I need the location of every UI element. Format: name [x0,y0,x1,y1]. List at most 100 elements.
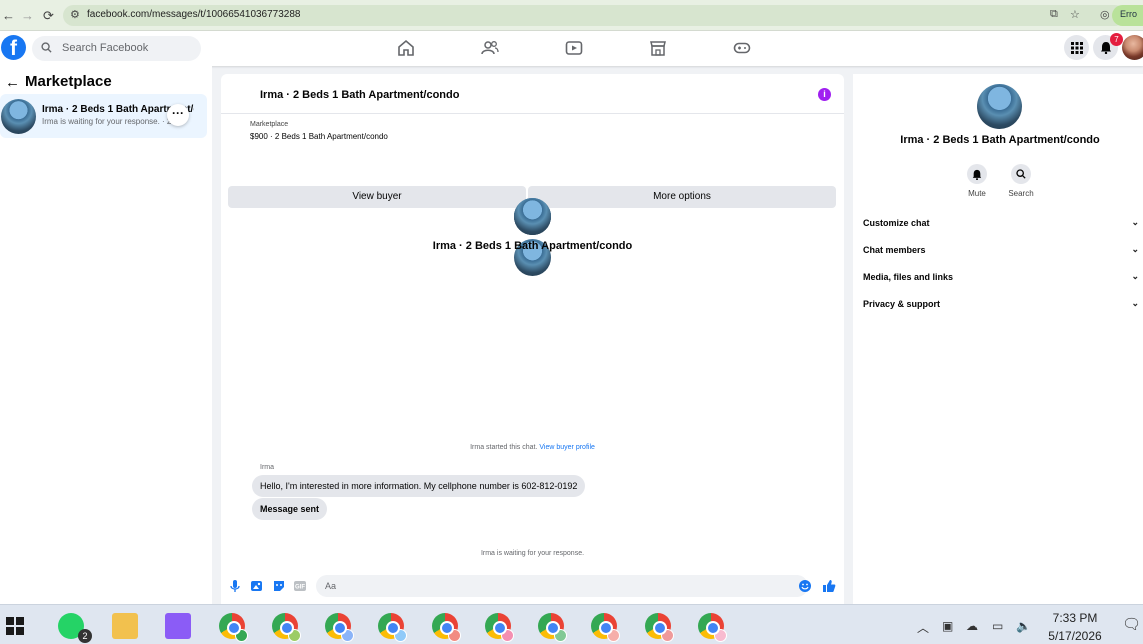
video-icon[interactable] [565,39,583,57]
chat-started-notice: Irma started this chat. View buyer profi… [221,444,844,451]
chrome-icon[interactable] [325,613,354,642]
message-bubble[interactable]: Hello, I'm interested in more informatio… [252,475,586,497]
chrome-icon[interactable] [272,613,301,642]
chat-title[interactable]: Irma · 2 Beds 1 Bath Apartment/condo [260,89,459,101]
chrome-icon[interactable] [645,613,674,642]
whatsapp-badge: 2 [78,629,92,643]
chrome-icon[interactable] [219,613,248,642]
more-options-icon[interactable]: ··· [167,104,189,126]
profile-icon[interactable]: ◎ [1100,8,1110,21]
started-text: Irma started this chat. [470,444,538,451]
system-clock[interactable]: 7:33 PM 5/17/2026 [1044,611,1106,643]
app-icon[interactable] [165,613,191,639]
chrome-icon[interactable] [538,613,567,642]
network-icon[interactable]: ▭ [992,619,1003,633]
onedrive-cloud-icon[interactable]: ☁ [966,619,978,633]
forward-arrow-icon[interactable]: → [21,8,34,23]
listing-price: $900 · 2 Beds 1 Bath Apartment/condo [250,132,388,141]
windows-taskbar: 2 ︿ ▣ ☁ ▭ 🔈 7:33 PM 5/17/2026 🗨 [0,604,1143,644]
details-avatar[interactable] [977,84,1022,129]
meet-now-icon[interactable]: ▣ [942,619,953,633]
whatsapp-icon[interactable]: 2 [58,613,92,643]
conversation-preview: Irma is waiting for your response. · 2d [42,117,172,126]
clock-date: 5/17/2026 [1048,629,1102,643]
chrome-icon[interactable] [485,613,514,642]
menu-grid-icon[interactable] [1064,35,1089,60]
media-files-links-section[interactable]: Media, files and links ⌄ [863,271,1141,282]
facebook-logo-icon[interactable]: f [1,35,26,60]
more-options-button[interactable]: More options [528,186,836,208]
chat-header: Irma · 2 Beds 1 Bath Apartment/condo i [221,74,844,235]
bookmark-star-icon[interactable]: ☆ [1070,8,1080,21]
privacy-support-section[interactable]: Privacy & support ⌄ [863,298,1141,309]
chat-members-section[interactable]: Chat members ⌄ [863,244,1141,255]
listing-source: Marketplace [250,121,289,128]
marketplace-title: Marketplace [25,73,112,90]
error-chip[interactable]: Erro [1111,5,1143,26]
gif-icon[interactable]: GIF [293,579,307,593]
search-label: Search [1008,189,1034,198]
message-bubble[interactable]: Message sent [252,498,328,520]
waiting-notice: Irma is waiting for your response. [480,550,585,557]
chat-panel: Irma · 2 Beds 1 Bath Apartment/condo i M… [221,74,844,604]
chevron-down-icon: ⌄ [1131,271,1139,281]
clock-time: 7:33 PM [1052,611,1098,625]
customize-chat-section[interactable]: Customize chat ⌄ [863,217,1141,228]
section-label: Chat members [863,245,926,255]
chrome-icon[interactable] [432,613,461,642]
message-input[interactable]: Aa [316,575,808,597]
search-icon [41,42,52,53]
chat-details-panel: Irma · 2 Beds 1 Bath Apartment/condo Mut… [853,74,1143,604]
section-label: Media, files and links [863,272,954,282]
emoji-icon[interactable] [798,579,812,593]
bell-icon [972,169,982,180]
view-buyer-profile-link[interactable]: View buyer profile [539,444,595,451]
file-explorer-icon[interactable] [112,613,138,639]
show-hidden-icons-chevron-icon[interactable]: ︿ [917,619,929,636]
marketplace-icon[interactable] [649,39,667,57]
home-icon[interactable] [397,39,415,57]
back-arrow-icon[interactable]: ← [2,8,15,23]
thumbs-up-icon[interactable] [822,579,836,593]
install-app-icon[interactable]: ⧉ [1050,8,1058,21]
chevron-down-icon: ⌄ [1131,244,1139,254]
chevron-down-icon: ⌄ [1131,298,1139,308]
notification-center-icon[interactable]: 🗨 [1122,615,1141,633]
notification-badge: 7 [1110,33,1123,46]
search-in-chat-button[interactable]: Search [1001,164,1041,198]
mute-button[interactable]: Mute [957,164,997,198]
volume-icon[interactable]: 🔈 [1016,619,1031,633]
listing-banner: Marketplace $900 · 2 Beds 1 Bath Apartme… [221,115,844,276]
conversation-item[interactable]: Irma · 2 Beds 1 Bath Apartment/condo Irm… [0,94,207,138]
browser-toolbar: ← → ⟳ ⚙ facebook.com/messages/t/10066541… [0,0,1143,31]
notifications-bell-icon[interactable]: 7 [1093,33,1123,60]
section-label: Customize chat [863,218,930,228]
microphone-icon[interactable] [228,579,242,593]
facebook-header: f Search Facebook 7 [0,31,1143,66]
mute-label: Mute [968,189,986,198]
search-icon [1016,169,1026,179]
account-avatar[interactable] [1122,35,1143,60]
chat-profile-name: Irma · 2 Beds 1 Bath Apartment/condo [432,240,633,252]
reload-icon[interactable]: ⟳ [43,8,54,24]
gaming-icon[interactable] [733,39,751,57]
sticker-icon[interactable] [272,579,286,593]
search-placeholder: Search Facebook [62,42,149,54]
chrome-icon[interactable] [591,613,620,642]
back-arrow-icon[interactable]: ← [5,74,20,91]
compose-bar: GIF Aa [221,574,844,600]
site-info-icon[interactable]: ⚙ [70,8,80,21]
search-input[interactable]: Search Facebook [32,36,201,61]
chrome-icon[interactable] [698,613,727,642]
view-buyer-button[interactable]: View buyer [228,186,526,208]
friends-icon[interactable] [481,39,499,57]
chevron-down-icon: ⌄ [1131,217,1139,227]
address-bar[interactable]: ⚙ facebook.com/messages/t/10066541036773… [63,5,1125,26]
chrome-icon[interactable] [378,613,407,642]
details-name: Irma · 2 Beds 1 Bath Apartment/condo [900,134,1100,146]
info-icon[interactable]: i [818,88,831,101]
windows-start-icon[interactable] [6,617,24,635]
svg-text:GIF: GIF [295,585,305,591]
photo-icon[interactable] [250,579,264,593]
section-label: Privacy & support [863,299,941,309]
